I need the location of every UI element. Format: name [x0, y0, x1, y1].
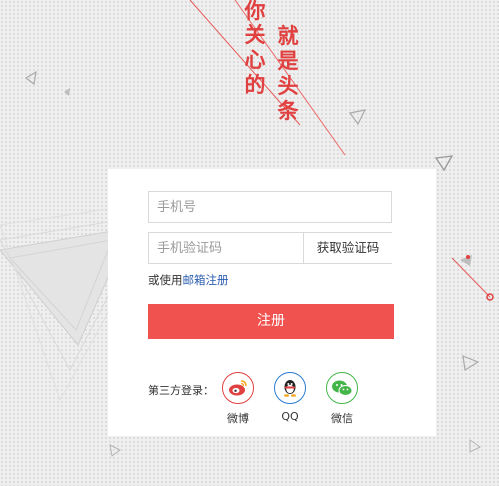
slogan-char: 就	[277, 24, 299, 48]
qq-label: QQ	[281, 410, 299, 423]
get-code-button[interactable]: 获取验证码	[303, 233, 392, 263]
phone-input[interactable]	[148, 191, 392, 223]
weibo-login-button[interactable]	[222, 372, 254, 404]
weibo-label: 微博	[227, 412, 249, 425]
slogan-char: 条	[277, 99, 299, 123]
wechat-label: 微信	[331, 412, 353, 425]
alt-register-prefix: 或使用	[148, 273, 183, 287]
wechat-icon	[332, 380, 353, 396]
third-party-label: 第三方登录：	[148, 384, 214, 397]
wechat-login-button[interactable]	[326, 372, 358, 404]
email-register-link[interactable]: 邮箱注册	[183, 273, 229, 287]
slogan-char: 心	[244, 48, 266, 72]
register-card: 获取验证码 或使用邮箱注册 注册 第三方登录： 微博 QQ	[108, 169, 436, 436]
qq-login-button[interactable]	[274, 372, 306, 404]
slogan-char: 是	[277, 49, 299, 73]
alt-register-line: 或使用邮箱注册	[148, 272, 229, 288]
slogan-char: 的	[244, 73, 266, 97]
slogan-char: 头	[277, 74, 299, 98]
register-button[interactable]: 注册	[148, 304, 394, 339]
slogan-char: 关	[244, 23, 266, 47]
weibo-icon	[229, 380, 247, 396]
slogan-char: 你	[244, 0, 266, 23]
qq-icon	[284, 380, 296, 397]
